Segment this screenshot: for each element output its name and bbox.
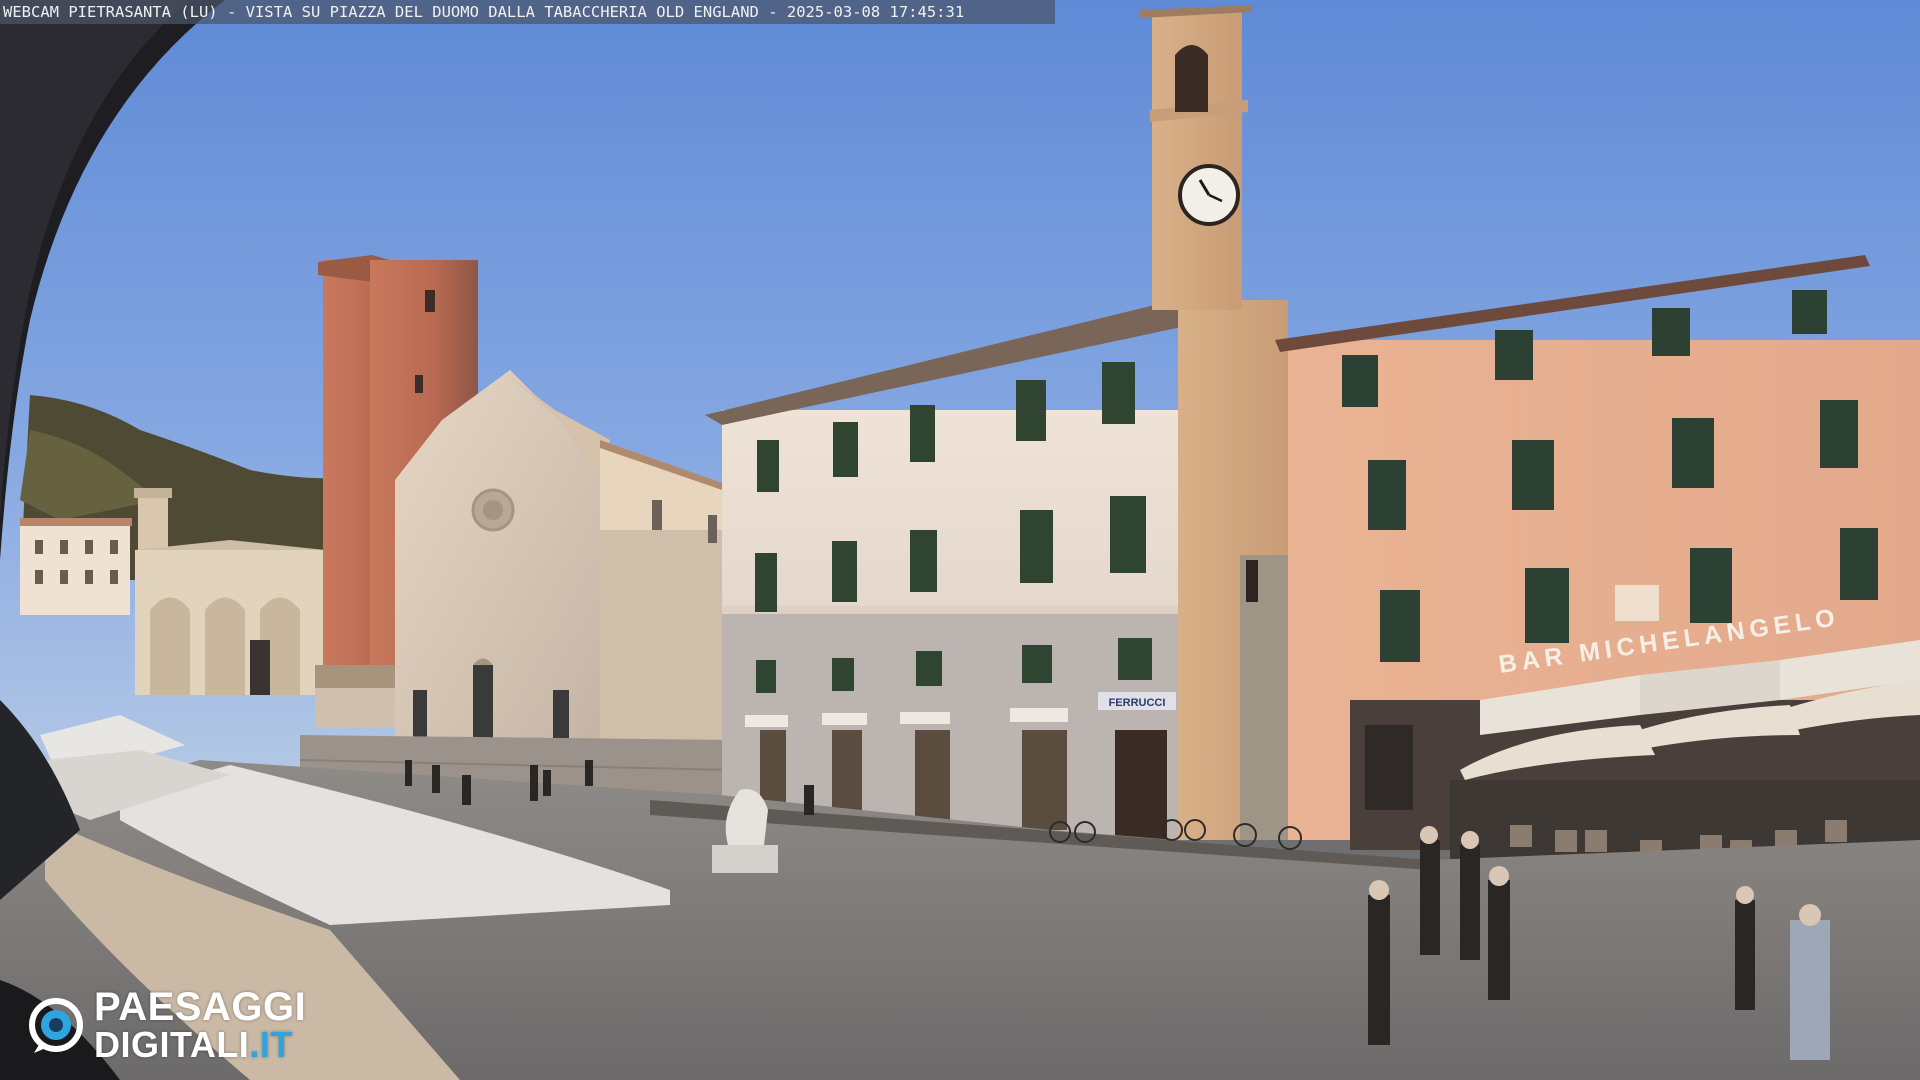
shop-sign: FERRUCCI [1109, 697, 1166, 709]
logo-line-2-main: DIGITALI [94, 1024, 250, 1065]
logo-line-2-suffix: .IT [249, 1024, 293, 1065]
webcam-scene: FERRUCCI BAR MICHELANGELO [0, 0, 1920, 1080]
logo-line-1: PAESAGGI [94, 985, 307, 1029]
paesaggi-digitali-logo: PAESAGGI DIGITALI.IT [26, 985, 307, 1063]
webcam-caption: WEBCAM PIETRASANTA (LU) - VISTA SU PIAZZ… [0, 0, 1055, 24]
eye-logo-icon [26, 995, 86, 1055]
left-building [20, 520, 130, 615]
statue-base [712, 845, 778, 873]
logo-line-2: DIGITALI.IT [94, 1027, 306, 1063]
